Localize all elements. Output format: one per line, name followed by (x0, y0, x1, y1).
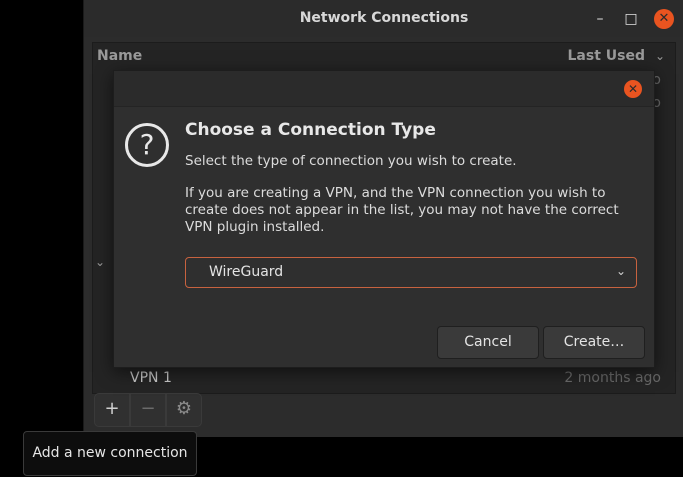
close-icon[interactable]: ✕ (654, 9, 674, 29)
dialog-subtitle: Select the type of connection you wish t… (185, 153, 517, 169)
close-icon[interactable]: ✕ (624, 80, 642, 98)
maximize-icon[interactable]: □ (621, 9, 641, 29)
chevron-down-icon[interactable]: ⌄ (655, 49, 665, 63)
gear-icon[interactable]: ⚙ (166, 393, 202, 427)
window-titlebar: Network Connections – □ ✕ (84, 0, 683, 37)
selected-connection-type: WireGuard (209, 264, 284, 280)
chevron-down-icon: ⌄ (615, 264, 626, 278)
dialog-heading: Choose a Connection Type (185, 120, 436, 140)
add-connection-button[interactable]: + (94, 393, 130, 427)
dialog-titlebar: ✕ (114, 71, 654, 107)
cancel-button[interactable]: Cancel (437, 326, 539, 359)
remove-connection-button[interactable]: − (130, 393, 166, 427)
column-header-last-used[interactable]: Last Used (568, 48, 646, 64)
connection-last-used: 2 months ago (564, 370, 661, 386)
connection-name: VPN 1 (130, 370, 172, 386)
list-item[interactable]: VPN 1 2 months ago (93, 368, 675, 390)
tooltip: Add a new connection (23, 431, 197, 476)
choose-connection-type-dialog: ✕ ? Choose a Connection Type Select the … (113, 70, 655, 368)
column-header-name[interactable]: Name (97, 48, 142, 64)
expander-chevron-icon[interactable]: ⌄ (95, 255, 105, 269)
create-button[interactable]: Create… (543, 326, 645, 359)
question-icon: ? (125, 123, 169, 167)
connection-type-select[interactable]: WireGuard ⌄ (185, 257, 637, 288)
list-toolbar: + − ⚙ (94, 393, 204, 427)
dialog-note: If you are creating a VPN, and the VPN c… (185, 185, 619, 235)
minimize-icon[interactable]: – (590, 9, 610, 29)
list-header: Name Last Used ⌄ (93, 43, 675, 71)
